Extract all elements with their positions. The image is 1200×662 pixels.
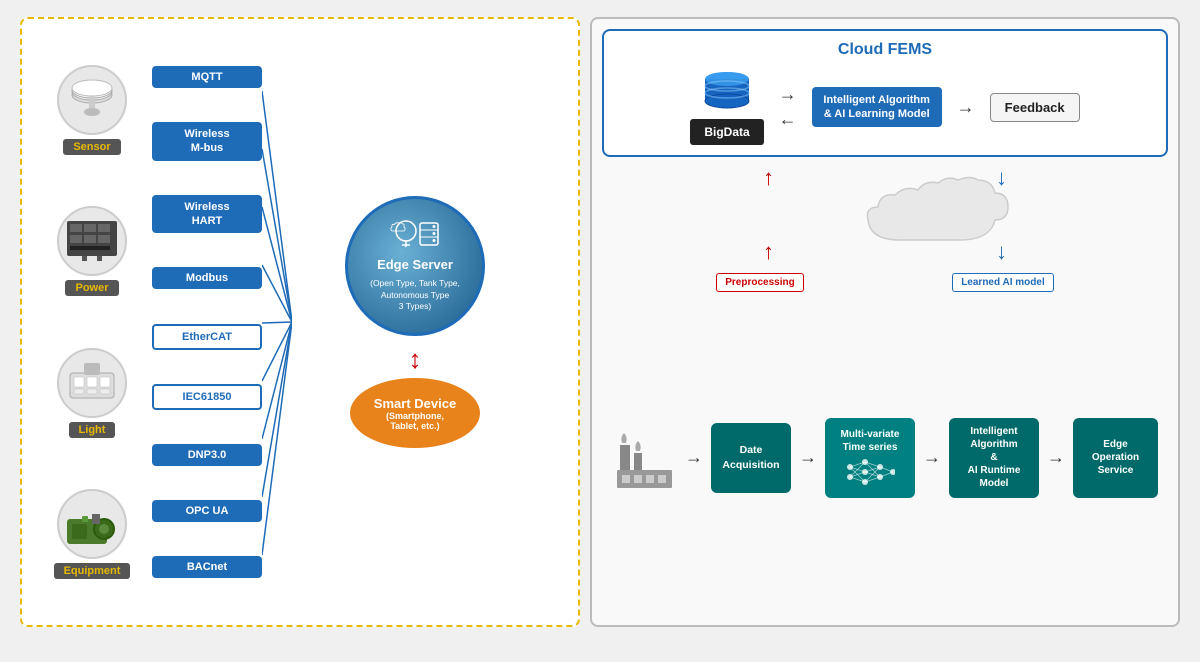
date-acquisition-box: DateAcquisition — [711, 423, 791, 493]
smart-device-title: Smart Device — [374, 396, 456, 411]
arrow-left-1: ← — [779, 109, 797, 130]
protocol-bacnet: BACnet — [152, 556, 262, 578]
smart-device: Smart Device (Smartphone,Tablet, etc.) — [350, 378, 480, 448]
power-circle — [57, 206, 127, 276]
cloud-section: ↑ ↓ ↑ ↓ — [602, 165, 1168, 265]
right-panel: Cloud FEMS BigData — [590, 17, 1180, 627]
learned-ai-label: Learned AI model — [952, 273, 1054, 292]
equipment-label: Equipment — [54, 563, 131, 579]
bigdata-label: BigData — [690, 119, 763, 145]
sensor-label: Sensor — [63, 139, 120, 155]
arrow-right-1: → — [779, 84, 797, 105]
sensor-circle — [57, 65, 127, 135]
bottom-boxes-row: → DateAcquisition → Multi-variateTime se… — [602, 300, 1168, 615]
protocol-mqtt: MQTT — [152, 66, 262, 88]
time-series-label: Multi-variateTime series — [841, 428, 900, 454]
sensor-icon — [62, 70, 122, 130]
edge-area: Edge Server (Open Type, Tank Type,Autono… — [262, 29, 568, 615]
equipment-icon — [62, 494, 122, 554]
red-arrow-up-2: ↑ — [763, 239, 774, 265]
preprocessing-label: Preprocessing — [716, 273, 803, 292]
arrow-right-bottom-4: → — [1047, 447, 1065, 468]
edge-server-subtitle: (Open Type, Tank Type,Autonomous Type3 T… — [370, 278, 460, 314]
arrow-right-bottom-1: → — [685, 447, 703, 468]
equipment-device: Equipment — [54, 489, 131, 579]
bigdata-area: BigData — [690, 69, 763, 145]
fems-arrows: → ← — [779, 84, 797, 130]
protocols-column: MQTT WirelessM-bus WirelessHART Modbus E… — [152, 29, 262, 615]
factory-icon — [612, 425, 677, 490]
protocol-modbus: Modbus — [152, 267, 262, 289]
power-label: Power — [65, 280, 118, 296]
cloud-fems-title: Cloud FEMS — [614, 41, 1156, 59]
protocol-wireless-mbus: WirelessM-bus — [152, 122, 262, 161]
power-icon — [62, 211, 122, 271]
arrow-right-bottom-3: → — [923, 447, 941, 468]
edge-server-icons — [390, 219, 440, 255]
light-circle — [57, 348, 127, 418]
main-container: Sensor — [20, 17, 1180, 627]
protocol-iec61850: IEC61850 — [152, 384, 262, 410]
light-label: Light — [69, 422, 116, 438]
blue-arrow-down: ↓ — [996, 165, 1007, 191]
edge-operation-box: EdgeOperationService — [1073, 418, 1158, 498]
light-device: Light — [57, 348, 127, 438]
bigdata-icon — [700, 69, 755, 119]
red-arrow-up: ↑ — [763, 165, 774, 191]
blue-arrow-down-2: ↓ — [996, 239, 1007, 265]
power-device: Power — [57, 206, 127, 296]
cloud-fems-box: Cloud FEMS BigData — [602, 29, 1168, 157]
time-series-box: Multi-variateTime series — [825, 418, 915, 498]
left-panel: Sensor — [20, 17, 580, 627]
devices-column: Sensor — [32, 29, 152, 615]
arrow-right-bottom-2: → — [799, 447, 817, 468]
label-row: Preprocessing Learned AI model — [602, 273, 1168, 292]
arrow-right-2: → — [957, 97, 975, 118]
smart-device-subtitle: (Smartphone,Tablet, etc.) — [386, 411, 444, 431]
edge-operation-label: EdgeOperationService — [1092, 438, 1139, 477]
light-icon — [62, 353, 122, 413]
ai-learning-box: Intelligent Algorithm& AI Learning Model — [812, 87, 942, 128]
vertical-arrows-top: ↑ ↓ — [602, 165, 1168, 191]
neural-net-icon — [845, 457, 895, 487]
factory-area — [612, 425, 677, 490]
protocol-ethercat: EtherCAT — [152, 324, 262, 350]
edge-server: Edge Server (Open Type, Tank Type,Autono… — [345, 196, 485, 336]
sensor-device: Sensor — [57, 65, 127, 155]
edge-server-title: Edge Server — [377, 257, 453, 274]
vertical-arrows-bottom: ↑ ↓ — [602, 239, 1168, 265]
fems-inner: BigData → ← Intelligent Algorithm& AI Le… — [614, 69, 1156, 145]
ai-runtime-label: IntelligentAlgorithm&AI RuntimeModel — [968, 425, 1021, 490]
protocol-wireless-hart: WirelessHART — [152, 195, 262, 234]
equipment-circle — [57, 489, 127, 559]
protocol-opcua: OPC UA — [152, 500, 262, 522]
ai-runtime-box: IntelligentAlgorithm&AI RuntimeModel — [949, 418, 1039, 498]
protocol-dnp30: DNP3.0 — [152, 444, 262, 466]
connection-lines — [262, 62, 292, 582]
feedback-box: Feedback — [990, 93, 1080, 122]
edge-server-svg-icon — [390, 219, 440, 249]
vertical-arrow: ↕ — [409, 346, 422, 372]
